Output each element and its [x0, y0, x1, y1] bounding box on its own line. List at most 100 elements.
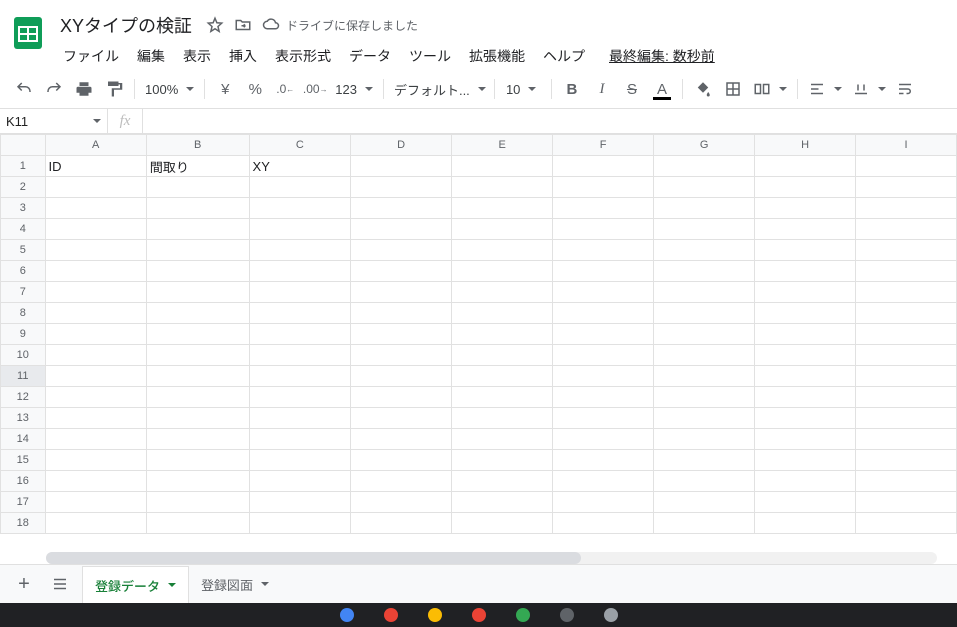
- cell-D15[interactable]: [351, 450, 452, 471]
- cell-D7[interactable]: [351, 282, 452, 303]
- document-title[interactable]: XYタイプの検証: [56, 10, 196, 40]
- taskbar-app-icon[interactable]: [472, 608, 486, 622]
- cell-E11[interactable]: [452, 366, 553, 387]
- column-header-D[interactable]: D: [351, 135, 452, 156]
- row-header-16[interactable]: 16: [1, 471, 46, 492]
- cell-C10[interactable]: [249, 345, 351, 366]
- undo-icon[interactable]: [10, 75, 38, 103]
- cell-G17[interactable]: [654, 492, 755, 513]
- currency-button[interactable]: ¥: [211, 75, 239, 103]
- menu-表示形式[interactable]: 表示形式: [268, 42, 338, 70]
- cell-E14[interactable]: [452, 429, 553, 450]
- row-header-5[interactable]: 5: [1, 240, 46, 261]
- text-wrap-dropdown[interactable]: [892, 76, 918, 102]
- cell-G11[interactable]: [654, 366, 755, 387]
- cell-H10[interactable]: [755, 345, 856, 366]
- cell-F16[interactable]: [553, 471, 654, 492]
- cell-A16[interactable]: [45, 471, 146, 492]
- cell-F14[interactable]: [553, 429, 654, 450]
- bold-icon[interactable]: B: [558, 75, 586, 103]
- cell-B5[interactable]: [146, 240, 249, 261]
- cell-H14[interactable]: [755, 429, 856, 450]
- cell-F8[interactable]: [553, 303, 654, 324]
- cell-C18[interactable]: [249, 513, 351, 534]
- cell-D1[interactable]: [351, 156, 452, 177]
- cell-G15[interactable]: [654, 450, 755, 471]
- cell-A6[interactable]: [45, 261, 146, 282]
- sheet-tab-登録図面[interactable]: 登録図面: [189, 566, 281, 602]
- cell-D14[interactable]: [351, 429, 452, 450]
- cell-E1[interactable]: [452, 156, 553, 177]
- cell-B10[interactable]: [146, 345, 249, 366]
- cell-E3[interactable]: [452, 198, 553, 219]
- cell-B7[interactable]: [146, 282, 249, 303]
- row-header-15[interactable]: 15: [1, 450, 46, 471]
- cell-D8[interactable]: [351, 303, 452, 324]
- horizontal-align-dropdown[interactable]: [804, 76, 846, 102]
- cell-H12[interactable]: [755, 387, 856, 408]
- cell-F6[interactable]: [553, 261, 654, 282]
- row-header-12[interactable]: 12: [1, 387, 46, 408]
- cell-F15[interactable]: [553, 450, 654, 471]
- cell-D6[interactable]: [351, 261, 452, 282]
- strikethrough-icon[interactable]: S: [618, 75, 646, 103]
- taskbar-app-icon[interactable]: [340, 608, 354, 622]
- menu-ツール[interactable]: ツール: [402, 42, 458, 70]
- cell-H17[interactable]: [755, 492, 856, 513]
- menu-ヘルプ[interactable]: ヘルプ: [536, 42, 592, 70]
- star-icon[interactable]: [206, 16, 224, 34]
- decrease-decimal-icon[interactable]: .0←: [271, 75, 299, 103]
- formula-input[interactable]: [143, 109, 957, 133]
- cell-F18[interactable]: [553, 513, 654, 534]
- cell-I16[interactable]: [856, 471, 957, 492]
- menu-編集[interactable]: 編集: [130, 42, 172, 70]
- cell-H11[interactable]: [755, 366, 856, 387]
- format-dropdown[interactable]: 123: [331, 76, 377, 102]
- column-header-H[interactable]: H: [755, 135, 856, 156]
- cell-H7[interactable]: [755, 282, 856, 303]
- taskbar-app-icon[interactable]: [428, 608, 442, 622]
- row-header-1[interactable]: 1: [1, 156, 46, 177]
- row-header-14[interactable]: 14: [1, 429, 46, 450]
- row-header-10[interactable]: 10: [1, 345, 46, 366]
- cell-B6[interactable]: [146, 261, 249, 282]
- cell-I3[interactable]: [856, 198, 957, 219]
- column-header-B[interactable]: B: [146, 135, 249, 156]
- cell-E13[interactable]: [452, 408, 553, 429]
- cell-A9[interactable]: [45, 324, 146, 345]
- cell-H9[interactable]: [755, 324, 856, 345]
- cell-H5[interactable]: [755, 240, 856, 261]
- cell-E6[interactable]: [452, 261, 553, 282]
- cell-D11[interactable]: [351, 366, 452, 387]
- cell-E12[interactable]: [452, 387, 553, 408]
- cell-B3[interactable]: [146, 198, 249, 219]
- cell-B2[interactable]: [146, 177, 249, 198]
- cell-F4[interactable]: [553, 219, 654, 240]
- row-header-17[interactable]: 17: [1, 492, 46, 513]
- cell-B15[interactable]: [146, 450, 249, 471]
- column-header-E[interactable]: E: [452, 135, 553, 156]
- cell-H15[interactable]: [755, 450, 856, 471]
- cell-C7[interactable]: [249, 282, 351, 303]
- cell-H8[interactable]: [755, 303, 856, 324]
- cell-A11[interactable]: [45, 366, 146, 387]
- cell-D17[interactable]: [351, 492, 452, 513]
- column-header-F[interactable]: F: [553, 135, 654, 156]
- cell-B9[interactable]: [146, 324, 249, 345]
- cell-D18[interactable]: [351, 513, 452, 534]
- sheets-logo[interactable]: [8, 8, 48, 58]
- cell-C3[interactable]: [249, 198, 351, 219]
- menu-挿入[interactable]: 挿入: [222, 42, 264, 70]
- last-edit-link[interactable]: 最終編集: 数秒前: [602, 42, 722, 70]
- cell-F7[interactable]: [553, 282, 654, 303]
- cell-F5[interactable]: [553, 240, 654, 261]
- cell-D3[interactable]: [351, 198, 452, 219]
- cell-A12[interactable]: [45, 387, 146, 408]
- cell-A17[interactable]: [45, 492, 146, 513]
- fill-color-icon[interactable]: [689, 75, 717, 103]
- cell-B1[interactable]: 間取り: [146, 156, 249, 177]
- cell-E5[interactable]: [452, 240, 553, 261]
- cell-H2[interactable]: [755, 177, 856, 198]
- cell-B13[interactable]: [146, 408, 249, 429]
- cell-G10[interactable]: [654, 345, 755, 366]
